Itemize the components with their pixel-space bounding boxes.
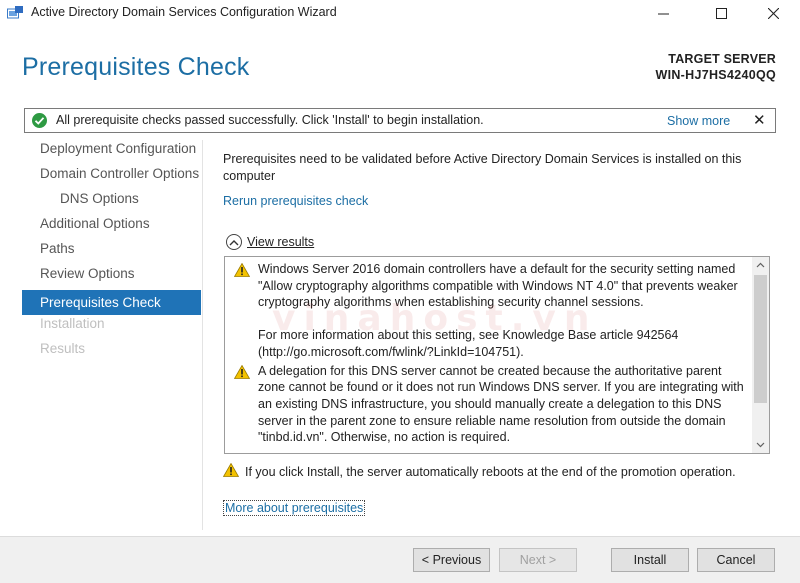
nav-item-paths[interactable]: Paths <box>22 240 201 265</box>
warning-icon <box>222 462 240 480</box>
success-check-icon <box>32 113 47 128</box>
close-button[interactable] <box>750 0 796 27</box>
previous-button[interactable]: < Previous <box>413 548 490 572</box>
result-text: For more information about this setting,… <box>258 328 679 359</box>
maximize-icon <box>715 8 727 19</box>
scroll-up-icon[interactable] <box>752 257 769 273</box>
nav-item-review-options[interactable]: Review Options <box>22 265 201 290</box>
nav-item-deployment-configuration[interactable]: Deployment Configuration <box>22 140 201 165</box>
more-about-prerequisites-link[interactable]: More about prerequisites <box>223 500 366 516</box>
view-results-label: View results <box>247 235 315 249</box>
ad-wizard-app-icon <box>7 5 24 20</box>
install-button[interactable]: Install <box>611 548 689 572</box>
maximize-button[interactable] <box>698 0 744 27</box>
close-icon <box>767 8 779 19</box>
reboot-warning-text: If you click Install, the server automat… <box>245 464 736 479</box>
notification-bar: All prerequisite checks passed successfu… <box>24 108 776 133</box>
view-results-toggle[interactable]: View results <box>226 234 314 250</box>
nav-item-domain-controller-options[interactable]: Domain Controller Options <box>22 165 201 190</box>
chevron-up-icon <box>226 234 242 250</box>
result-text: A delegation for this DNS server cannot … <box>258 363 744 445</box>
reboot-warning: If you click Install, the server automat… <box>222 462 736 480</box>
notification-text: All prerequisite checks passed successfu… <box>56 113 484 127</box>
intro-text: Prerequisites need to be validated befor… <box>223 152 742 183</box>
scroll-thumb[interactable] <box>754 275 767 403</box>
nav-item-results: Results <box>40 341 86 356</box>
result-text: Windows Server 2016 domain controllers h… <box>258 262 738 310</box>
nav-item-additional-options[interactable]: Additional Options <box>22 215 201 240</box>
title-bar: Active Directory Domain Services Configu… <box>0 0 800 27</box>
result-item: A delegation for this DNS server cannot … <box>225 363 753 447</box>
target-server-label: TARGET SERVER <box>668 52 776 66</box>
results-scrollbar[interactable] <box>752 257 769 453</box>
wizard-footer: < Previous Next > Install Cancel <box>0 537 800 583</box>
minimize-icon <box>657 13 669 15</box>
wizard-navigation: Deployment Configuration Domain Controll… <box>22 140 201 365</box>
warning-icon <box>233 364 251 384</box>
window-title: Active Directory Domain Services Configu… <box>31 5 337 19</box>
cancel-button[interactable]: Cancel <box>697 548 775 572</box>
nav-item-prerequisites-check[interactable]: Prerequisites Check <box>22 290 201 315</box>
scroll-down-icon[interactable] <box>752 437 769 453</box>
next-button[interactable]: Next > <box>499 548 577 572</box>
page-title: Prerequisites Check <box>22 53 250 81</box>
result-item: Windows Server 2016 domain controllers h… <box>225 261 753 361</box>
results-content: Windows Server 2016 domain controllers h… <box>225 257 753 453</box>
results-list: Windows Server 2016 domain controllers h… <box>224 256 770 454</box>
rerun-prerequisites-link[interactable]: Rerun prerequisites check <box>223 194 368 208</box>
nav-item-installation: Installation <box>40 316 105 331</box>
show-more-link[interactable]: Show more <box>667 114 730 128</box>
nav-divider <box>202 140 203 530</box>
nav-item-dns-options[interactable]: DNS Options <box>22 190 201 215</box>
minimize-button[interactable] <box>640 0 686 27</box>
warning-icon <box>233 262 251 282</box>
wizard-header: Prerequisites Check TARGET SERVER WIN-HJ… <box>0 27 800 104</box>
target-server-name: WIN-HJ7HS4240QQ <box>655 68 776 82</box>
notification-close-icon[interactable]: ✕ <box>753 111 766 129</box>
